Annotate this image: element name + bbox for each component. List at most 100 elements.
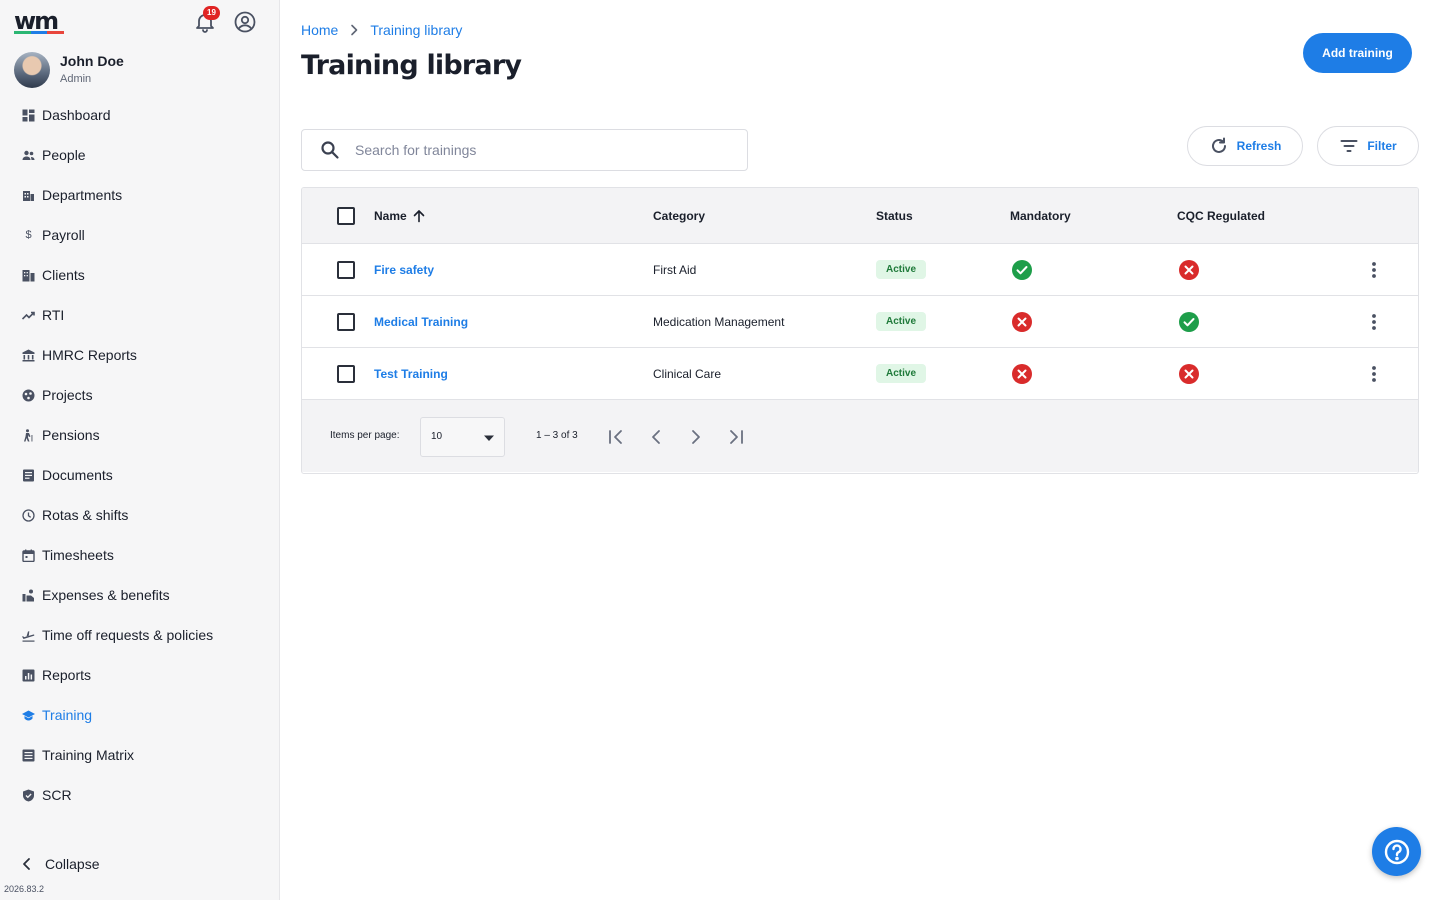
more-vertical-icon[interactable]	[1364, 312, 1384, 332]
sidebar-item-hmrc-reports[interactable]: HMRC Reports	[0, 335, 279, 375]
sidebar-item-label: People	[42, 147, 86, 163]
user-role: Admin	[60, 73, 92, 85]
user-avatar[interactable]	[14, 52, 50, 88]
row-menu-cell	[1364, 244, 1384, 295]
sidebar-item-rti[interactable]: RTI	[0, 295, 279, 335]
column-header-mandatory[interactable]: Mandatory	[1010, 188, 1071, 243]
sidebar-item-label: Expenses & benefits	[42, 587, 170, 603]
sidebar: wm 19 John Doe Admin Dashboard People De…	[0, 0, 280, 900]
row-checkbox[interactable]	[337, 312, 355, 331]
add-training-button[interactable]: Add training	[1303, 33, 1412, 73]
dollar-icon: $	[25, 229, 32, 241]
sidebar-item-label: Payroll	[42, 227, 85, 243]
sidebar-item-label: Rotas & shifts	[42, 507, 129, 523]
logo[interactable]: wm	[14, 9, 66, 34]
account-circle-icon[interactable]	[233, 10, 257, 34]
sidebar-item-label: Dashboard	[42, 107, 111, 123]
collapse-sidebar-button[interactable]: Collapse	[18, 855, 99, 873]
sidebar-item-people[interactable]: People	[0, 135, 279, 175]
dashboard-icon	[22, 109, 35, 122]
sidebar-item-projects[interactable]: Projects	[0, 375, 279, 415]
sidebar-item-training[interactable]: Training	[0, 695, 279, 735]
sidebar-item-departments[interactable]: Departments	[0, 175, 279, 215]
sidebar-item-label: Timesheets	[42, 547, 114, 563]
sidebar-item-timesheets[interactable]: Timesheets	[0, 535, 279, 575]
status-badge: Active	[876, 312, 927, 331]
breadcrumb-home-link[interactable]: Home	[301, 22, 338, 38]
sidebar-item-pensions[interactable]: Pensions	[0, 415, 279, 455]
previous-page-icon[interactable]	[644, 425, 668, 449]
sidebar-item-training-matrix[interactable]: Training Matrix	[0, 735, 279, 775]
sidebar-item-reports[interactable]: Reports	[0, 655, 279, 695]
refresh-button[interactable]: Refresh	[1187, 126, 1303, 166]
check-circle-icon	[1179, 311, 1199, 332]
sidebar-item-label: Training	[42, 707, 93, 723]
items-per-page-select[interactable]: 10	[420, 417, 505, 457]
column-header-category[interactable]: Category	[653, 188, 705, 243]
status-badge: Active	[876, 260, 927, 279]
row-checkbox[interactable]	[337, 364, 355, 383]
column-header-cqc-regulated[interactable]: CQC Regulated	[1177, 188, 1265, 243]
column-name-label: Name	[374, 208, 407, 223]
row-menu-cell	[1364, 296, 1384, 347]
chevron-right-icon	[351, 24, 358, 36]
table-row[interactable]: Test Training Clinical Care Active	[302, 348, 1418, 400]
filter-icon	[1340, 140, 1358, 152]
sidebar-item-dashboard[interactable]: Dashboard	[0, 95, 279, 135]
category-cell: Medication Management	[653, 314, 785, 329]
check-circle-icon	[1012, 259, 1032, 280]
select-all-checkbox[interactable]	[337, 206, 355, 225]
matrix-icon	[22, 749, 35, 762]
collapse-label: Collapse	[45, 856, 100, 872]
training-name-link[interactable]: Fire safety	[374, 263, 434, 277]
sidebar-item-documents[interactable]: Documents	[0, 455, 279, 495]
table-row[interactable]: Fire safety First Aid Active	[302, 244, 1418, 296]
arrow-up-icon	[413, 209, 424, 222]
mandatory-cell	[1010, 348, 1034, 399]
sidebar-item-label: HMRC Reports	[42, 347, 137, 363]
user-name: John Doe	[60, 53, 124, 69]
items-per-page-label: Items per page:	[330, 430, 400, 441]
page-range-label: 1 – 3 of 3	[536, 430, 578, 441]
next-page-icon[interactable]	[684, 425, 708, 449]
sidebar-item-payroll[interactable]: $ Payroll	[0, 215, 279, 255]
more-vertical-icon[interactable]	[1364, 260, 1384, 280]
table-row[interactable]: Medical Training Medication Management A…	[302, 296, 1418, 348]
training-name-link[interactable]: Test Training	[374, 367, 448, 381]
breadcrumb-current[interactable]: Training library	[370, 22, 462, 38]
people-icon	[22, 149, 35, 162]
column-header-status[interactable]: Status	[876, 188, 913, 243]
more-vertical-icon[interactable]	[1364, 364, 1384, 384]
sidebar-item-clients[interactable]: Clients	[0, 255, 279, 295]
cross-circle-icon	[1012, 311, 1032, 332]
sidebar-item-label: Pensions	[42, 427, 100, 443]
chevron-left-icon	[23, 858, 30, 870]
logo-bar-green	[14, 31, 31, 34]
table-header: Name Category Status Mandatory CQC Regul…	[302, 188, 1418, 244]
sidebar-item-label: RTI	[42, 307, 65, 323]
first-page-icon[interactable]	[604, 425, 628, 449]
help-button[interactable]	[1372, 827, 1421, 876]
row-checkbox[interactable]	[337, 260, 355, 279]
filter-button[interactable]: Filter	[1317, 126, 1419, 166]
sidebar-item-time-off[interactable]: Time off requests & policies	[0, 615, 279, 655]
refresh-icon	[1211, 137, 1226, 153]
column-header-name[interactable]: Name	[374, 188, 426, 243]
sidebar-item-expenses-benefits[interactable]: Expenses & benefits	[0, 575, 279, 615]
logo-bar-red	[47, 31, 65, 34]
plane-icon	[22, 629, 35, 642]
bank-icon	[22, 349, 35, 362]
sidebar-item-scr[interactable]: SCR	[0, 775, 279, 815]
search-input[interactable]	[355, 142, 715, 158]
last-page-icon[interactable]	[724, 425, 748, 449]
training-name-link[interactable]: Medical Training	[374, 315, 468, 329]
cqc-cell	[1177, 296, 1201, 347]
notification-badge: 19	[203, 6, 220, 20]
status-cell: Active	[876, 244, 927, 295]
name-cell: Fire safety	[374, 244, 434, 295]
mandatory-cell	[1010, 296, 1034, 347]
row-checkbox-cell	[337, 244, 355, 295]
filter-label: Filter	[1367, 139, 1397, 153]
name-cell: Medical Training	[374, 296, 468, 347]
sidebar-item-rotas-shifts[interactable]: Rotas & shifts	[0, 495, 279, 535]
